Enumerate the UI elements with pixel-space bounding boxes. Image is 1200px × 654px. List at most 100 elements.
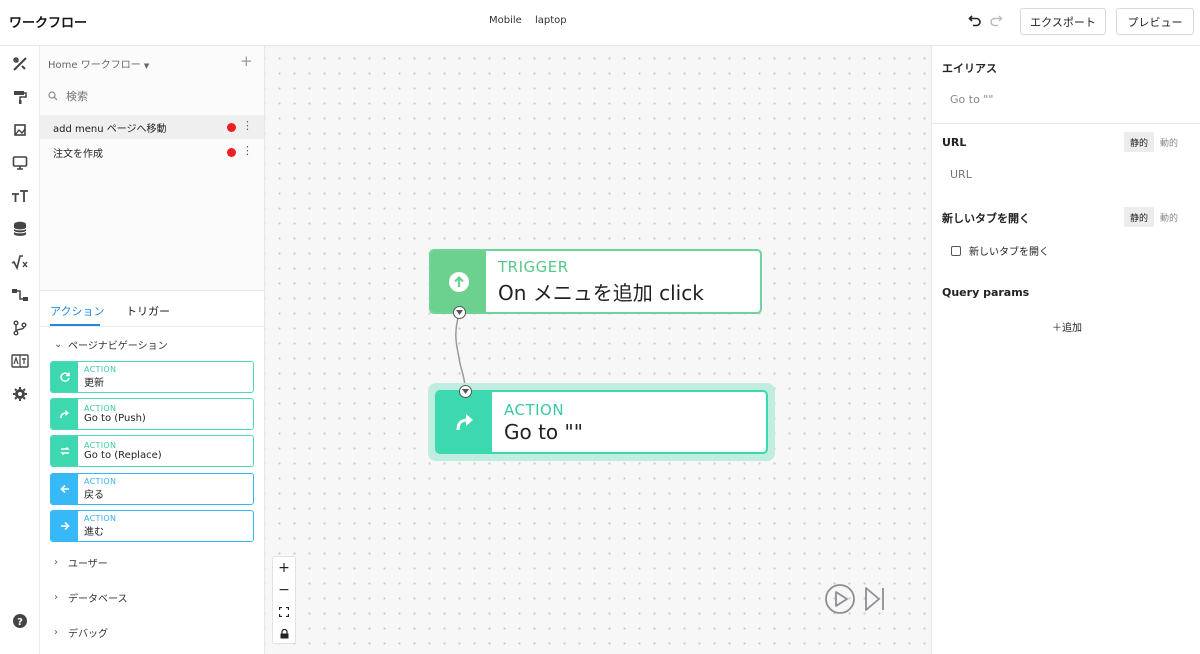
more-vertical-icon[interactable]: ⋮: [242, 144, 253, 157]
workflow-icon[interactable]: [10, 285, 30, 305]
active-tab-indicator: [50, 324, 100, 326]
action-go-to-replace[interactable]: ACTION Go to (Replace): [50, 435, 254, 467]
category-database[interactable]: › データベース: [54, 590, 128, 605]
error-status-dot: [227, 123, 236, 132]
add-workflow-button[interactable]: +: [240, 52, 253, 70]
undo-icon[interactable]: [966, 11, 984, 29]
action-kind-label: ACTION: [84, 404, 117, 413]
category-label: ユーザー: [68, 559, 108, 570]
help-icon[interactable]: ?: [10, 611, 30, 631]
database-icon[interactable]: [10, 219, 30, 239]
node-connector: [455, 313, 466, 392]
device-tabs: Mobile laptop: [489, 15, 577, 26]
category-label: データベース: [68, 594, 128, 605]
top-bar: ワークフロー Mobile laptop エクスポート プレビュー: [0, 0, 1200, 46]
workflow-item[interactable]: add menu ページへ移動 ⋮: [40, 115, 264, 139]
replace-icon: [51, 436, 78, 466]
input-handle[interactable]: [459, 385, 472, 398]
action-forward[interactable]: ACTION 進む: [50, 510, 254, 542]
arrow-right-icon: [51, 511, 78, 541]
new-tab-checkbox[interactable]: 新しいタブを開く: [951, 243, 1049, 258]
workflow-canvas[interactable]: TRIGGER On メニュを追加 click ACTION Go to "" …: [265, 46, 931, 654]
arrow-left-icon: [51, 474, 78, 504]
node-kind-label: TRIGGER: [498, 257, 569, 276]
category-page-navigation[interactable]: ⌄ ページナビゲーション: [54, 337, 168, 352]
play-icon[interactable]: [824, 583, 856, 615]
translate-icon[interactable]: [10, 351, 30, 371]
fit-view-icon[interactable]: [273, 601, 295, 623]
trigger-node[interactable]: TRIGGER On メニュを追加 click: [429, 249, 762, 314]
zoom-out-button[interactable]: −: [273, 579, 295, 601]
checkbox-label: 新しいタブを開く: [969, 247, 1049, 258]
redo-icon[interactable]: [987, 11, 1005, 29]
more-vertical-icon[interactable]: ⋮: [242, 119, 253, 132]
page-title: ワークフロー: [9, 16, 88, 31]
search-input[interactable]: [66, 89, 246, 103]
git-branch-icon[interactable]: [10, 318, 30, 338]
tab-triggers[interactable]: トリガー: [126, 303, 170, 319]
device-tab-laptop[interactable]: laptop: [535, 15, 567, 26]
chevron-right-icon: ›: [54, 627, 58, 638]
monitor-icon[interactable]: [10, 153, 30, 173]
category-user[interactable]: › ユーザー: [54, 555, 108, 570]
step-forward-icon[interactable]: [863, 583, 887, 615]
device-tab-mobile[interactable]: Mobile: [489, 15, 522, 26]
category-debug[interactable]: › デバッグ: [54, 625, 108, 640]
category-label: デバッグ: [68, 629, 108, 640]
svg-text:?: ?: [17, 617, 23, 628]
url-field[interactable]: [942, 161, 1192, 187]
action-kind-label: ACTION: [84, 365, 117, 374]
arrow-up-circle-icon: [431, 251, 486, 312]
workflow-item[interactable]: 注文を作成 ⋮: [40, 140, 264, 164]
action-label: Go to (Push): [84, 413, 146, 424]
caret-down-icon: ▼: [143, 62, 150, 70]
action-back[interactable]: ACTION 戻る: [50, 473, 254, 505]
add-query-param-button[interactable]: ＋追加: [1052, 319, 1082, 334]
url-mode-dynamic[interactable]: 動的: [1154, 132, 1184, 152]
alias-field[interactable]: [942, 86, 1192, 112]
preview-button[interactable]: プレビュー: [1116, 8, 1194, 35]
forward-arrow-icon: [437, 392, 492, 452]
url-mode-toggle: 静的 動的: [1124, 132, 1184, 152]
workflow-search[interactable]: [48, 86, 258, 106]
chevron-right-icon: ›: [54, 592, 58, 603]
url-mode-static[interactable]: 静的: [1124, 132, 1155, 152]
checkbox-box: [951, 245, 961, 256]
action-kind-label: ACTION: [84, 441, 117, 450]
alias-label: エイリアス: [942, 62, 997, 75]
action-refresh[interactable]: ACTION 更新: [50, 361, 254, 393]
new-tab-mode-dynamic[interactable]: 動的: [1154, 207, 1184, 227]
new-tab-mode-static[interactable]: 静的: [1124, 207, 1155, 227]
typography-icon[interactable]: [10, 186, 30, 206]
tabs-divider: [40, 326, 264, 327]
zoom-in-button[interactable]: +: [273, 557, 295, 579]
node-kind-label: ACTION: [504, 400, 565, 419]
action-node[interactable]: ACTION Go to "": [435, 390, 768, 454]
error-status-dot: [227, 148, 236, 157]
tab-actions[interactable]: アクション: [50, 303, 104, 319]
workflow-scope-dropdown[interactable]: Home ワークフロー ▼: [48, 56, 149, 71]
forward-arrow-icon: [51, 399, 78, 429]
chevron-right-icon: ›: [54, 557, 58, 568]
export-button[interactable]: エクスポート: [1020, 8, 1106, 35]
query-params-label: Query params: [942, 286, 1030, 299]
action-go-to-push[interactable]: ACTION Go to (Push): [50, 398, 254, 430]
settings-icon[interactable]: [10, 384, 30, 404]
workflow-item-label: 注文を作成: [53, 148, 103, 160]
tools-icon[interactable]: [10, 54, 30, 74]
tool-rail: ?: [0, 46, 40, 654]
zoom-controls: + −: [272, 556, 296, 644]
workflow-panel: Home ワークフロー ▼ + add menu ページへ移動 ⋮ 注文を作成 …: [40, 46, 265, 654]
frame-icon[interactable]: [10, 120, 30, 140]
workflow-scope-label: Home ワークフロー: [48, 60, 141, 71]
paint-roller-icon[interactable]: [10, 87, 30, 107]
node-label: On メニュを追加 click: [498, 280, 704, 305]
action-library: アクション トリガー ⌄ ページナビゲーション ACTION 更新 ACTION…: [40, 290, 264, 654]
output-handle[interactable]: [453, 306, 466, 319]
new-tab-label: 新しいタブを開く: [942, 212, 1030, 225]
url-label: URL: [942, 136, 967, 149]
lock-icon[interactable]: [273, 623, 295, 645]
action-kind-label: ACTION: [84, 477, 117, 486]
divider: [932, 123, 1200, 124]
formula-icon[interactable]: [10, 252, 30, 272]
